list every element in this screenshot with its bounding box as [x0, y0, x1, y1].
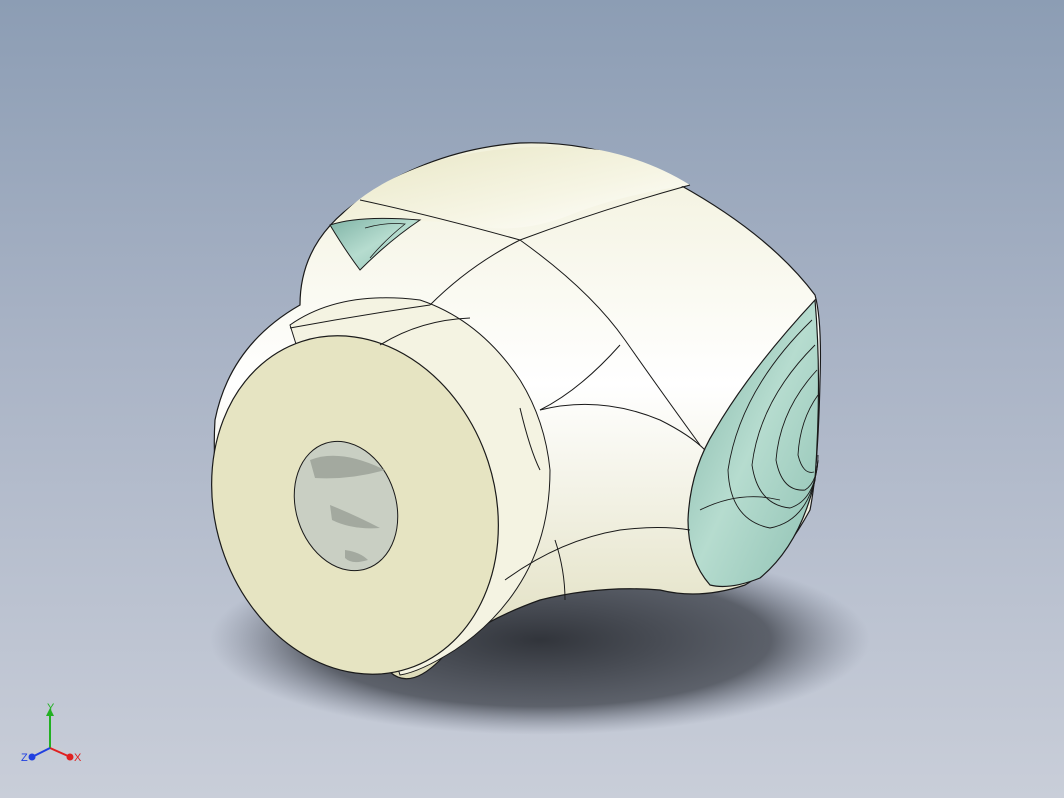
z-axis-label: Z — [21, 752, 28, 764]
triad-graphic: Y X Z — [21, 702, 82, 764]
y-axis-label: Y — [47, 702, 55, 714]
x-arrow — [66, 753, 74, 761]
model-view[interactable] — [0, 0, 1064, 798]
x-axis-label: X — [74, 752, 82, 764]
cad-viewport[interactable]: Y X Z — [0, 0, 1064, 798]
z-arrow — [28, 753, 36, 761]
orientation-triad[interactable]: Y X Z — [20, 702, 90, 772]
